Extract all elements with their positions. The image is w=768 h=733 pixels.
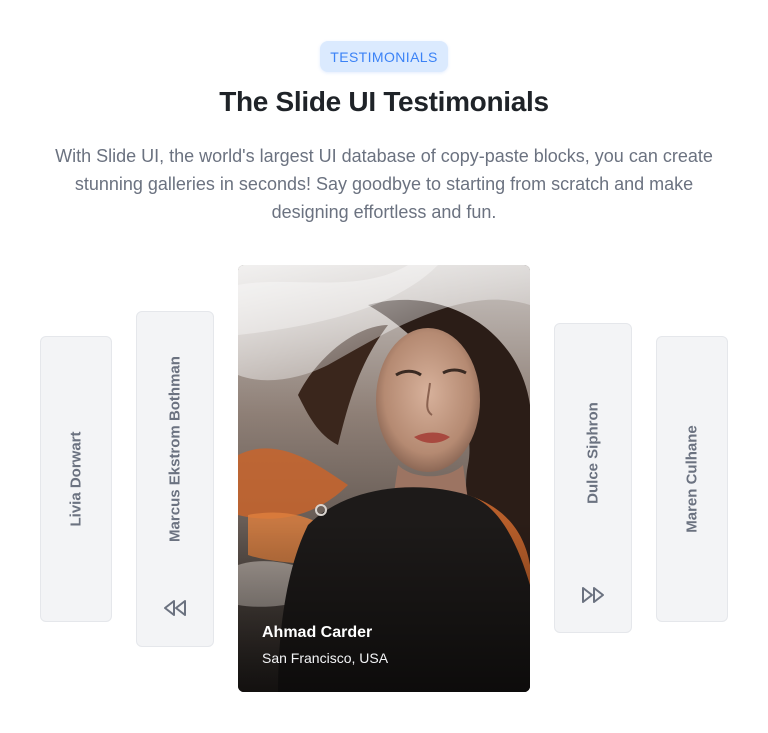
testimonial-name: Livia Dorwart — [67, 431, 85, 527]
section-badge: TESTIMONIALS — [320, 41, 448, 72]
fast-forward-icon[interactable] — [579, 585, 607, 605]
testimonial-card-active[interactable]: Ahmad Carder San Francisco, USA — [238, 265, 530, 692]
testimonial-card-livia[interactable]: Livia Dorwart — [40, 336, 112, 622]
testimonial-name: Marcus Ekstrom Bothman — [166, 356, 184, 542]
testimonial-card-maren[interactable]: Maren Culhane — [656, 336, 728, 622]
testimonial-card-dulce[interactable]: Dulce Siphron — [554, 323, 632, 633]
testimonial-name: Maren Culhane — [683, 425, 701, 533]
testimonial-card-marcus[interactable]: Marcus Ekstrom Bothman — [136, 311, 214, 647]
testimonial-location: San Francisco, USA — [262, 650, 389, 666]
section-description: With Slide UI, the world's largest UI da… — [55, 146, 713, 222]
rewind-icon[interactable] — [161, 598, 189, 618]
section-title: The Slide UI Testimonials — [219, 86, 549, 117]
testimonial-name: Ahmad Carder — [262, 624, 373, 641]
testimonial-name: Dulce Siphron — [584, 402, 602, 505]
